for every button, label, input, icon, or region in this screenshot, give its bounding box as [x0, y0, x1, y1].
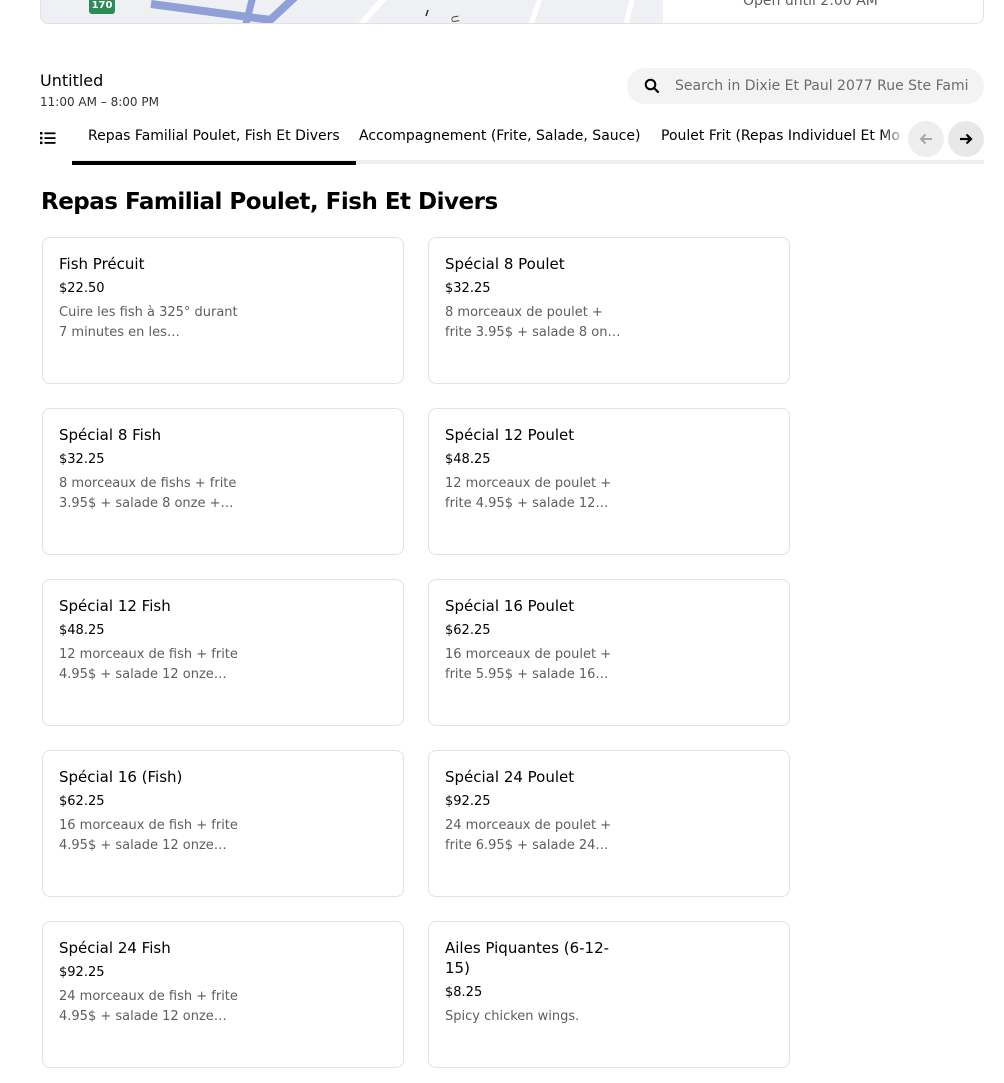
store-location-strip: UE C 170 Open until 2:00 AM — [40, 0, 984, 24]
item-description: 12 morceaux de poulet + frite 4.95$ + sa… — [445, 476, 612, 511]
item-description: 16 morceaux de poulet + frite 5.95$ + sa… — [445, 647, 612, 682]
item-description: 8 morceaux de poulet + frite 3.95$ + sal… — [445, 305, 623, 340]
arrow-left-icon — [919, 133, 932, 145]
item-price: $32.25 — [445, 281, 491, 296]
item-name: Spécial 8 Fish — [59, 426, 162, 444]
item-price: $22.50 — [59, 281, 105, 296]
item-price: $92.25 — [59, 965, 105, 980]
item-price: $8.25 — [445, 985, 483, 1000]
tab-repas-familial[interactable]: Repas Familial Poulet, Fish Et Divers — [72, 128, 356, 165]
store-hours: 11:00 AM – 8:00 PM — [40, 95, 159, 109]
store-map[interactable]: UE C 170 — [41, 0, 663, 23]
item-name: Spécial 12 Poulet — [445, 426, 575, 444]
menu-item-card[interactable]: Spécial 24 Poulet $92.25 24 morceaux de … — [428, 750, 790, 897]
tabs-fade — [880, 118, 908, 158]
map-graphic: UE C — [41, 0, 663, 23]
search-icon — [644, 78, 660, 94]
item-description: 24 morceaux de fish + frite 4.95$ + sala… — [59, 989, 238, 1024]
menu-item-card[interactable]: Ailes Piquantes (6-12-15) $8.25 Spicy ch… — [428, 921, 790, 1068]
item-name: Spécial 24 Fish — [59, 939, 171, 957]
tab-clip: Poulet Frit (Repas Individuel Et Mo — [661, 118, 906, 158]
menu-item-card[interactable]: Spécial 12 Poulet $48.25 12 morceaux de … — [428, 408, 790, 555]
item-name: Fish Précuit — [59, 255, 145, 273]
item-description: Spicy chicken wings. — [445, 1009, 580, 1024]
section-title: Repas Familial Poulet, Fish Et Divers — [41, 189, 498, 215]
menu-item-card[interactable]: Spécial 16 (Fish) $62.25 16 morceaux de … — [42, 750, 404, 897]
item-price: $48.25 — [445, 452, 491, 467]
list-icon[interactable] — [40, 131, 56, 145]
item-description: 12 morceaux de fish + frite 4.95$ + sala… — [59, 647, 238, 682]
open-until-text: Open until 2:00 AM — [743, 0, 878, 9]
category-tabs: Repas Familial Poulet, Fish Et Divers Ac… — [40, 118, 984, 165]
route-170-badge: 170 — [89, 0, 115, 14]
arrow-right-icon — [960, 133, 973, 145]
route-170-label: 170 — [91, 0, 113, 11]
item-price: $92.25 — [445, 794, 491, 809]
store-title: Untitled — [40, 71, 104, 90]
item-name: Spécial 16 (Fish) — [59, 768, 183, 786]
item-name: Ailes Piquantes (6-12-15) — [445, 939, 610, 977]
item-price: $62.25 — [445, 623, 491, 638]
item-description: 8 morceaux de fishs + frite 3.95$ + sala… — [59, 476, 237, 511]
menu-search[interactable] — [627, 68, 984, 104]
item-name: Spécial 12 Fish — [59, 597, 171, 615]
item-description: 16 morceaux de fish + frite 4.95$ + sala… — [59, 818, 238, 853]
item-price: $48.25 — [59, 623, 105, 638]
menu-item-card[interactable]: Spécial 12 Fish $48.25 12 morceaux de fi… — [42, 579, 404, 726]
item-description: 24 morceaux de poulet + frite 6.95$ + sa… — [445, 818, 612, 853]
store-hours-status-box: Open until 2:00 AM — [663, 0, 983, 23]
menu-item-card[interactable]: Fish Précuit $22.50 Cuire les fish à 325… — [42, 237, 404, 384]
item-name: Spécial 8 Poulet — [445, 255, 565, 273]
tab-accompagnement[interactable]: Accompagnement (Frite, Salade, Sauce) — [359, 128, 640, 144]
item-description: Cuire les fish à 325° durant 7 minutes e… — [59, 305, 238, 340]
tabs-prev-button[interactable] — [908, 121, 944, 157]
item-name: Spécial 24 Poulet — [445, 768, 575, 786]
item-price: $32.25 — [59, 452, 105, 467]
search-input[interactable] — [667, 68, 977, 104]
tabs-next-button[interactable] — [948, 121, 984, 157]
menu-item-card[interactable]: Spécial 16 Poulet $62.25 16 morceaux de … — [428, 579, 790, 726]
menu-item-card[interactable]: Spécial 8 Poulet $32.25 8 morceaux de po… — [428, 237, 790, 384]
tab-poulet-frit[interactable]: Poulet Frit (Repas Individuel Et Mo — [661, 128, 900, 144]
menu-item-card[interactable]: Spécial 8 Fish $32.25 8 morceaux de fish… — [42, 408, 404, 555]
item-name: Spécial 16 Poulet — [445, 597, 575, 615]
menu-item-card[interactable]: Spécial 24 Fish $92.25 24 morceaux de fi… — [42, 921, 404, 1068]
item-price: $62.25 — [59, 794, 105, 809]
